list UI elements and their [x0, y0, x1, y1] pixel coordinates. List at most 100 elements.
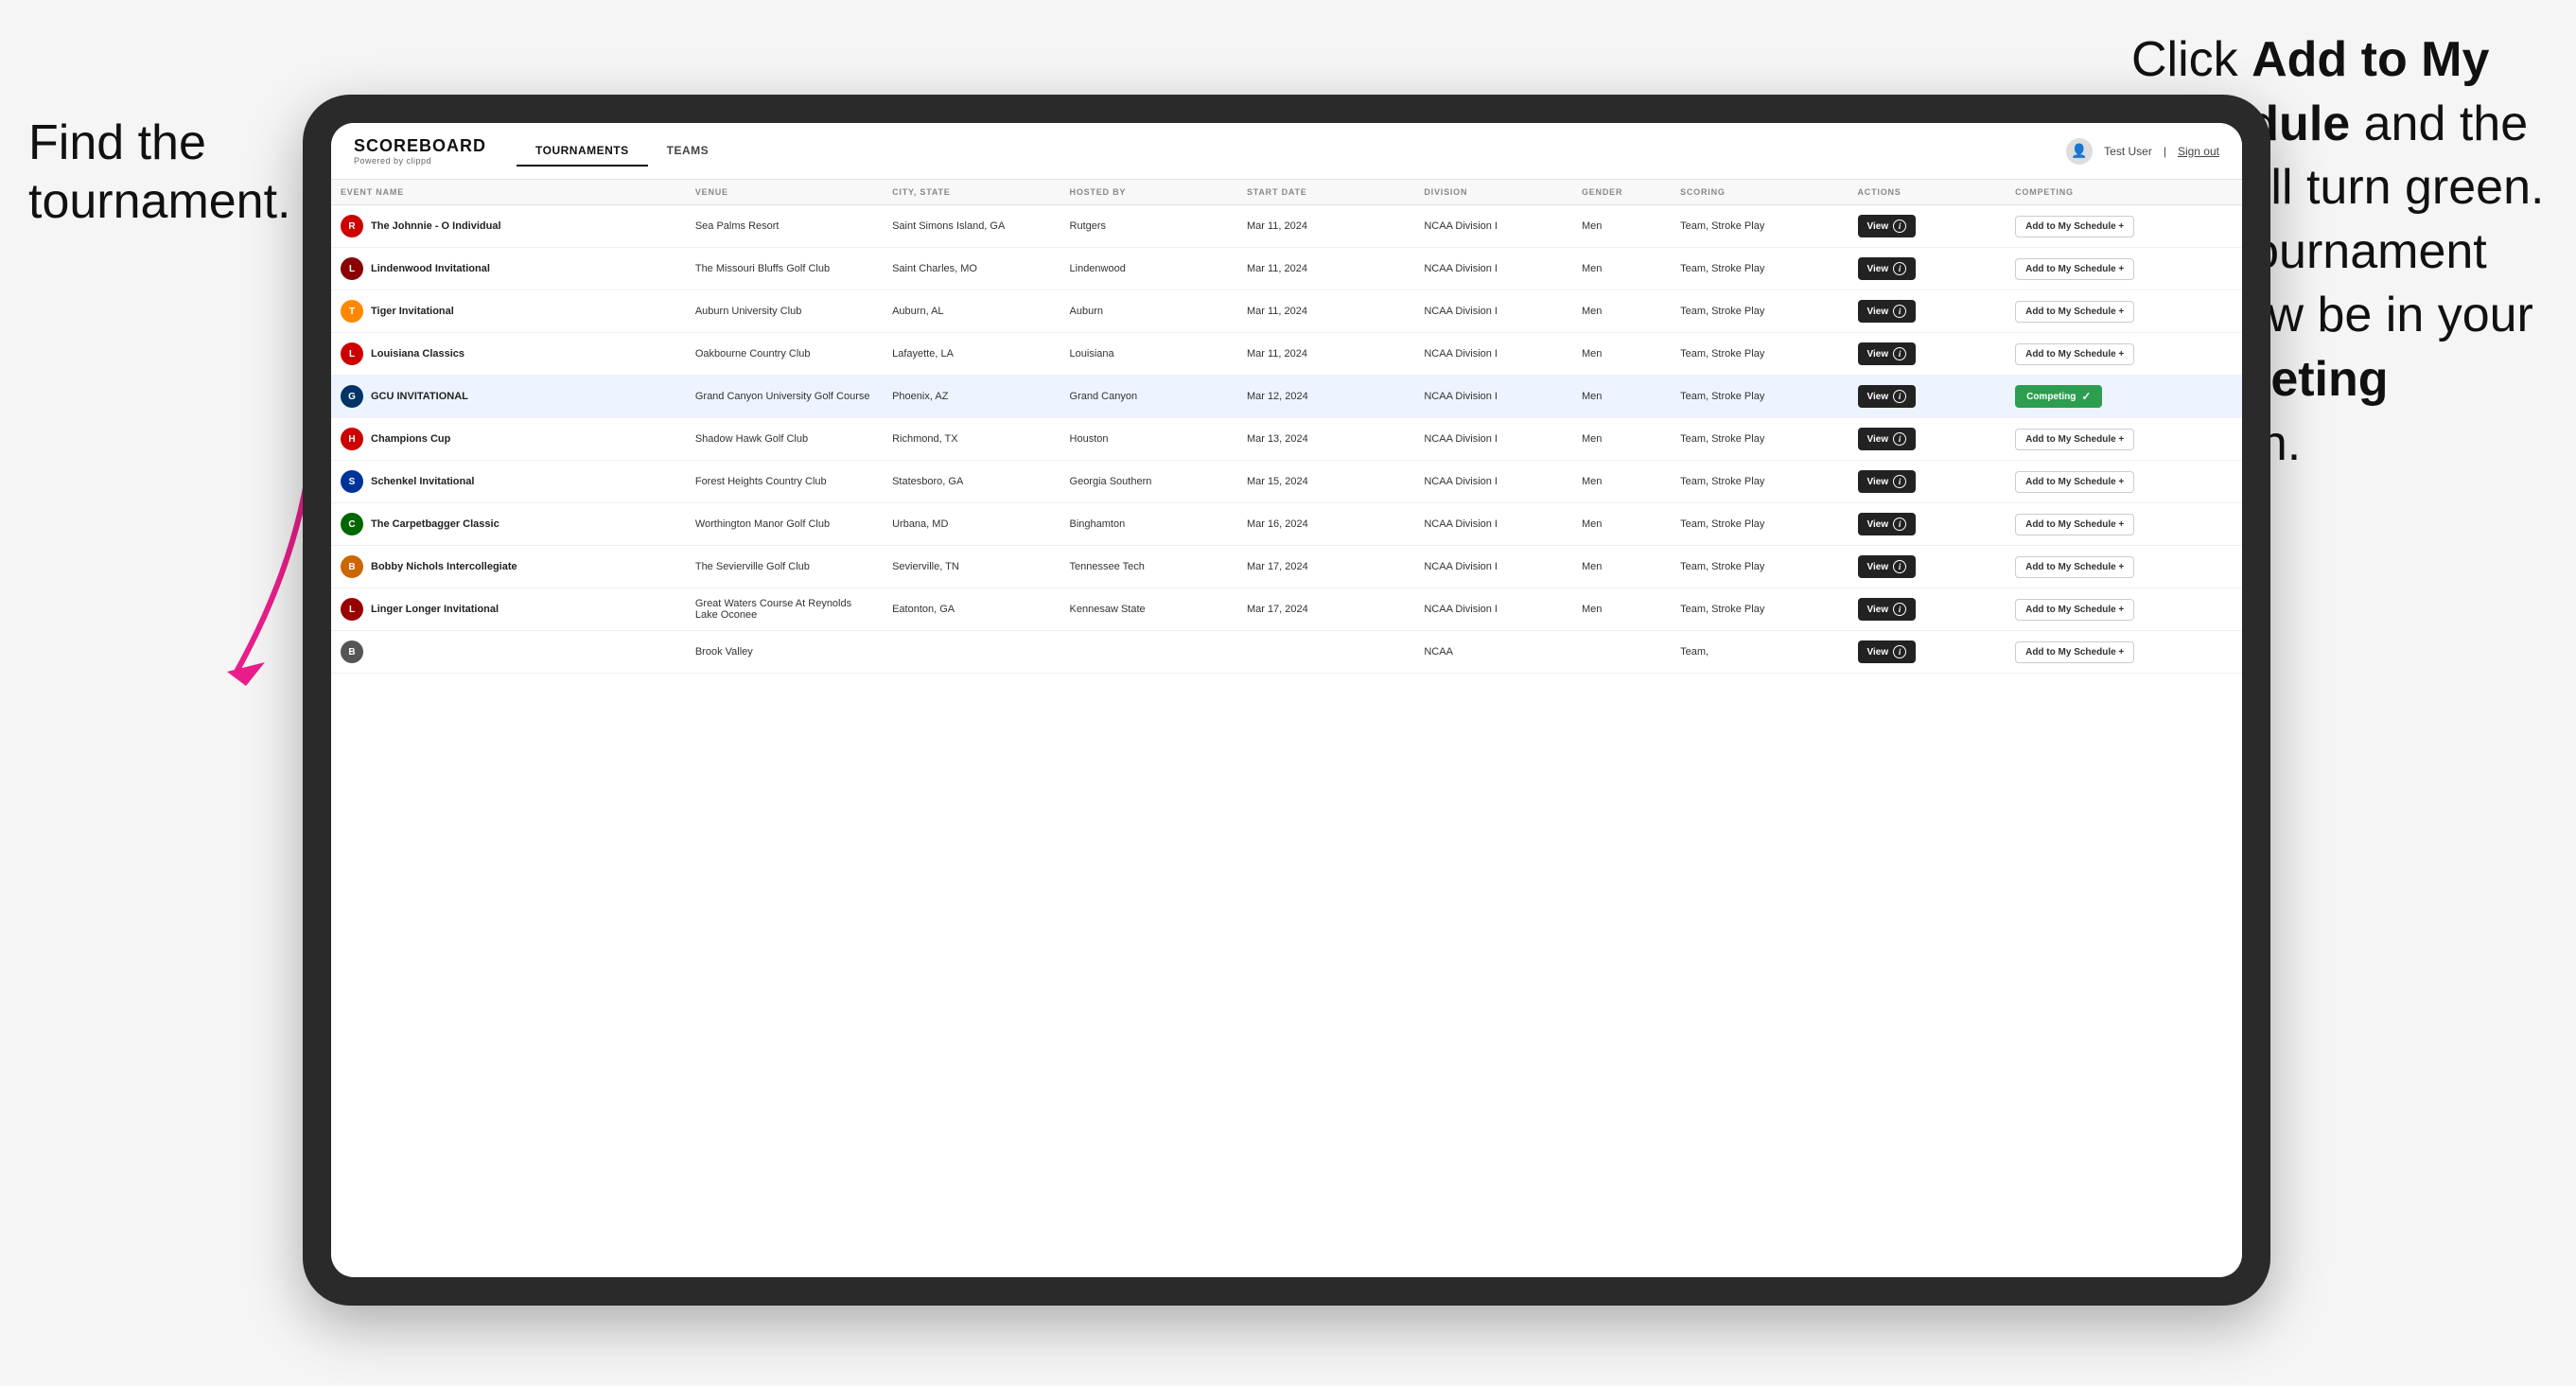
instruction-left: Find the tournament.: [28, 114, 293, 232]
city-cell: Sevierville, TN: [883, 546, 1060, 588]
view-button[interactable]: View i: [1858, 555, 1917, 578]
info-icon: i: [1893, 518, 1906, 531]
event-name-cell: B: [331, 631, 686, 674]
start-date-cell: Mar 13, 2024: [1237, 418, 1414, 461]
division-cell: NCAA Division I: [1414, 588, 1572, 631]
event-name-cell: L Louisiana Classics: [331, 333, 686, 376]
actions-cell: View i: [1849, 290, 2006, 333]
hosted-by-cell: Houston: [1060, 418, 1237, 461]
col-header-city: CITY, STATE: [883, 180, 1060, 205]
add-to-schedule-button[interactable]: Add to My Schedule +: [2015, 343, 2134, 365]
hosted-by-cell: Louisiana: [1060, 333, 1237, 376]
add-to-schedule-button[interactable]: Add to My Schedule +: [2015, 429, 2134, 450]
venue-cell: The Missouri Bluffs Golf Club: [686, 248, 883, 290]
col-header-venue: VENUE: [686, 180, 883, 205]
competing-cell: Add to My Schedule +: [2006, 333, 2242, 376]
scoring-cell: Team, Stroke Play: [1671, 376, 1848, 418]
table-header-row: EVENT NAME VENUE CITY, STATE HOSTED BY S…: [331, 180, 2242, 205]
division-cell: NCAA Division I: [1414, 546, 1572, 588]
tournaments-table: EVENT NAME VENUE CITY, STATE HOSTED BY S…: [331, 180, 2242, 674]
actions-cell: View i: [1849, 376, 2006, 418]
competing-button[interactable]: Competing ✓: [2015, 385, 2102, 408]
city-cell: Urbana, MD: [883, 503, 1060, 546]
city-cell: [883, 631, 1060, 674]
view-button[interactable]: View i: [1858, 300, 1917, 323]
start-date-cell: [1237, 631, 1414, 674]
info-icon: i: [1893, 475, 1906, 488]
view-button[interactable]: View i: [1858, 598, 1917, 621]
add-to-schedule-button[interactable]: Add to My Schedule +: [2015, 641, 2134, 663]
gender-cell: Men: [1572, 588, 1671, 631]
venue-cell: Brook Valley: [686, 631, 883, 674]
view-button[interactable]: View i: [1858, 215, 1917, 237]
add-to-schedule-button[interactable]: Add to My Schedule +: [2015, 514, 2134, 535]
division-cell: NCAA Division I: [1414, 205, 1572, 248]
table-row: H Champions Cup Shadow Hawk Golf ClubRic…: [331, 418, 2242, 461]
info-icon: i: [1893, 560, 1906, 573]
col-header-hosted: HOSTED BY: [1060, 180, 1237, 205]
event-name-cell: B Bobby Nichols Intercollegiate: [331, 546, 686, 588]
view-button[interactable]: View i: [1858, 428, 1917, 450]
add-to-schedule-button[interactable]: Add to My Schedule +: [2015, 216, 2134, 237]
nav-tab-tournaments[interactable]: TOURNAMENTS: [517, 136, 648, 167]
event-name-text: Lindenwood Invitational: [371, 263, 490, 274]
actions-cell: View i: [1849, 461, 2006, 503]
event-name-text: The Carpetbagger Classic: [371, 518, 499, 530]
start-date-cell: Mar 11, 2024: [1237, 333, 1414, 376]
city-cell: Statesboro, GA: [883, 461, 1060, 503]
event-name-text: Louisiana Classics: [371, 348, 464, 360]
hosted-by-cell: Grand Canyon: [1060, 376, 1237, 418]
nav-tab-teams[interactable]: TEAMS: [648, 136, 728, 167]
add-to-schedule-button[interactable]: Add to My Schedule +: [2015, 471, 2134, 493]
event-name-text: Champions Cup: [371, 433, 450, 445]
event-name-text: Tiger Invitational: [371, 306, 454, 317]
add-to-schedule-button[interactable]: Add to My Schedule +: [2015, 258, 2134, 280]
division-cell: NCAA Division I: [1414, 290, 1572, 333]
view-button[interactable]: View i: [1858, 513, 1917, 535]
instruction-left-text: Find the tournament.: [28, 115, 291, 229]
info-icon: i: [1893, 432, 1906, 446]
view-button[interactable]: View i: [1858, 640, 1917, 663]
hosted-by-cell: Georgia Southern: [1060, 461, 1237, 503]
add-to-schedule-button[interactable]: Add to My Schedule +: [2015, 599, 2134, 621]
city-cell: Eatonton, GA: [883, 588, 1060, 631]
view-button[interactable]: View i: [1858, 257, 1917, 280]
competing-cell: Add to My Schedule +: [2006, 248, 2242, 290]
scoring-cell: Team, Stroke Play: [1671, 588, 1848, 631]
view-button[interactable]: View i: [1858, 470, 1917, 493]
add-to-schedule-button[interactable]: Add to My Schedule +: [2015, 556, 2134, 578]
actions-cell: View i: [1849, 588, 2006, 631]
venue-cell: Forest Heights Country Club: [686, 461, 883, 503]
gender-cell: Men: [1572, 333, 1671, 376]
start-date-cell: Mar 11, 2024: [1237, 290, 1414, 333]
instruction-right-text1: Click: [2131, 32, 2252, 87]
city-cell: Phoenix, AZ: [883, 376, 1060, 418]
event-name-cell: R The Johnnie - O Individual: [331, 205, 686, 248]
info-icon: i: [1893, 390, 1906, 403]
scoring-cell: Team, Stroke Play: [1671, 503, 1848, 546]
venue-cell: Oakbourne Country Club: [686, 333, 883, 376]
start-date-cell: Mar 12, 2024: [1237, 376, 1414, 418]
add-to-schedule-button[interactable]: Add to My Schedule +: [2015, 301, 2134, 323]
event-name-cell: L Linger Longer Invitational: [331, 588, 686, 631]
start-date-cell: Mar 17, 2024: [1237, 588, 1414, 631]
hosted-by-cell: Lindenwood: [1060, 248, 1237, 290]
view-button[interactable]: View i: [1858, 385, 1917, 408]
division-cell: NCAA Division I: [1414, 503, 1572, 546]
signout-link[interactable]: Sign out: [2178, 145, 2219, 158]
hosted-by-cell: [1060, 631, 1237, 674]
actions-cell: View i: [1849, 503, 2006, 546]
col-header-scoring: SCORING: [1671, 180, 1848, 205]
division-cell: NCAA Division I: [1414, 376, 1572, 418]
col-header-event: EVENT NAME: [331, 180, 686, 205]
pipe-separator: |: [2164, 145, 2166, 158]
event-name-cell: T Tiger Invitational: [331, 290, 686, 333]
view-button[interactable]: View i: [1858, 342, 1917, 365]
table-row: B Brook ValleyNCAATeam, View i Add to My…: [331, 631, 2242, 674]
start-date-cell: Mar 15, 2024: [1237, 461, 1414, 503]
actions-cell: View i: [1849, 546, 2006, 588]
city-cell: Auburn, AL: [883, 290, 1060, 333]
competing-cell: Add to My Schedule +: [2006, 461, 2242, 503]
division-cell: NCAA Division I: [1414, 333, 1572, 376]
info-icon: i: [1893, 347, 1906, 360]
